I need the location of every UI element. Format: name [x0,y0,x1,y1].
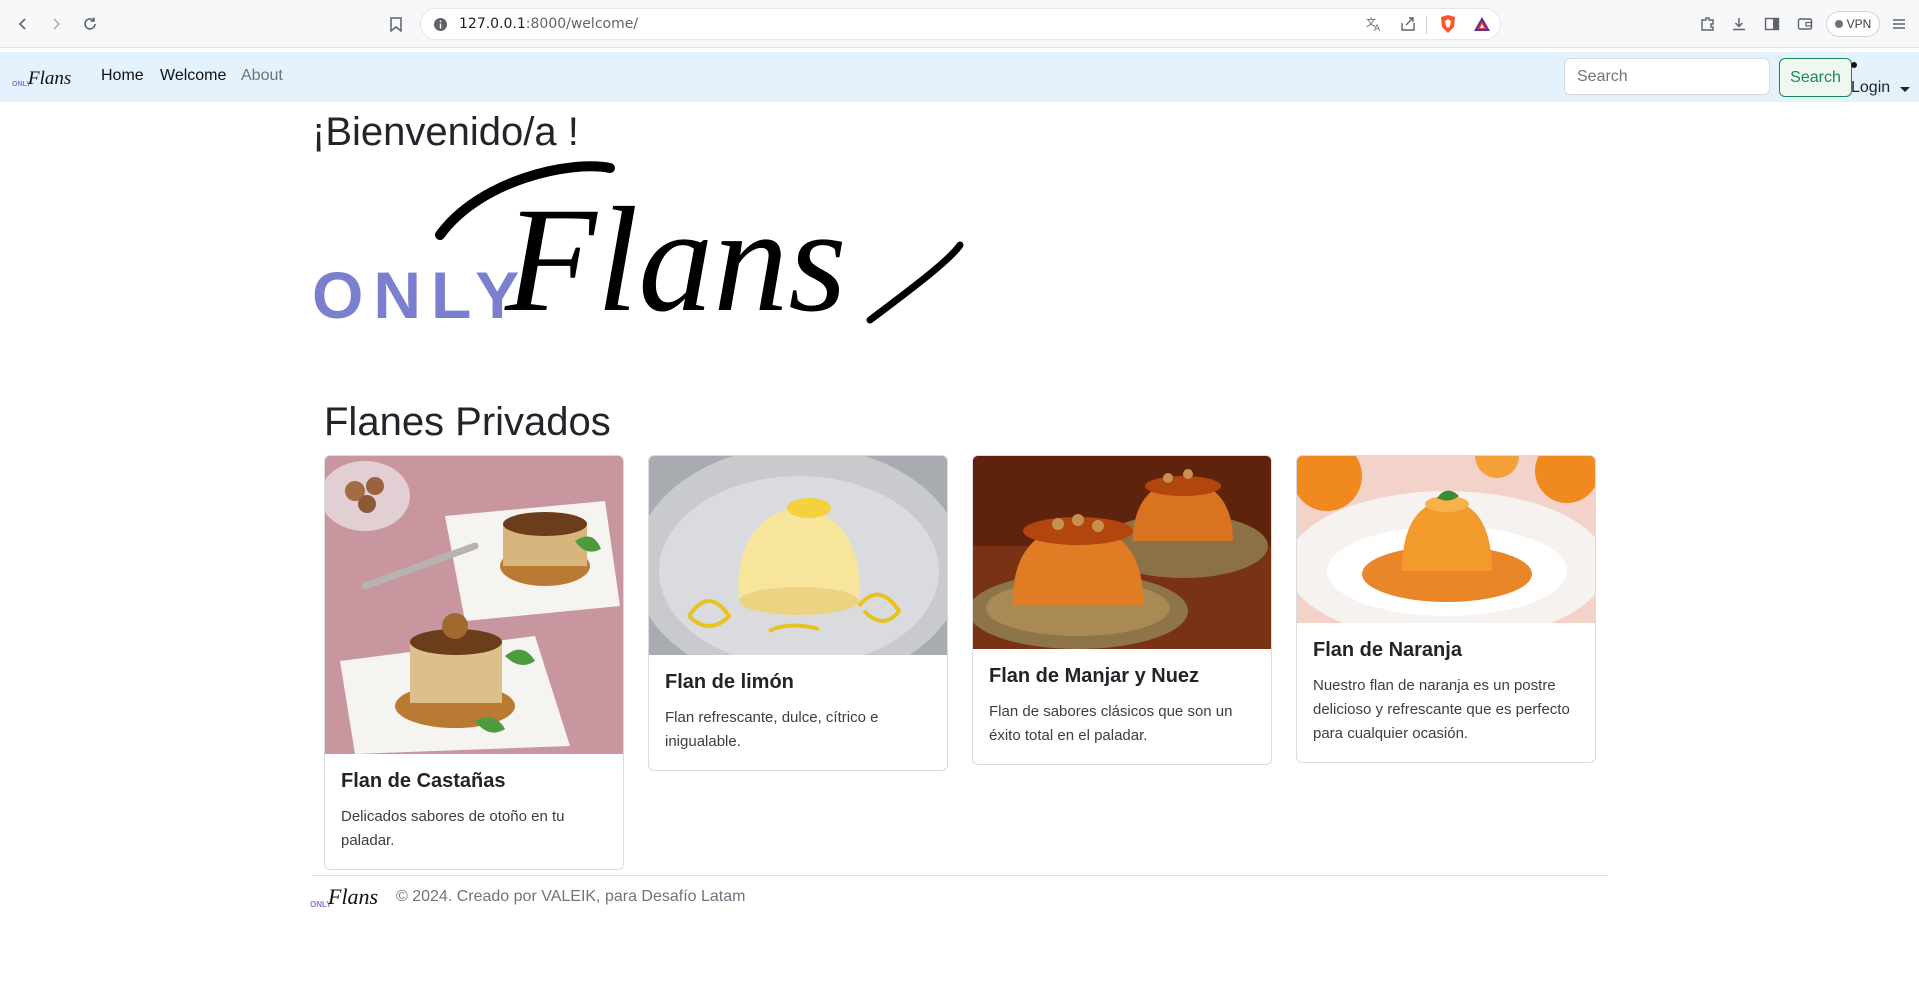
product-card[interactable]: Flan de Castañas Delicados sabores de ot… [324,455,624,870]
vpn-label: VPN [1846,17,1872,31]
brand-logo[interactable]: ONLY Flans [12,64,78,90]
nav-home-link[interactable]: Home [101,67,144,85]
hero-logo: ONLY Flans [310,160,970,350]
card-text: Flan refrescante, dulce, cítrico e inigu… [665,709,879,750]
logo-only-text: ONLY [312,258,529,332]
back-icon[interactable] [12,13,34,35]
product-card[interactable]: Flan de Manjar y Nuez Flan de sabores cl… [972,455,1272,765]
vpn-status-icon [1834,20,1843,28]
card-title: Flan de Naranja [1313,639,1462,661]
menu-icon[interactable] [1888,13,1910,35]
translate-icon[interactable]: 文A [1365,15,1383,38]
manjar-walnut-flan-photo [973,456,1271,649]
site-info-icon[interactable] [433,17,448,37]
svg-text:Flans: Flans [27,68,71,89]
divider [1426,16,1427,34]
bookmark-icon[interactable] [385,13,407,35]
sidebar-icon[interactable] [1761,13,1783,35]
section-title: Flanes Privados [324,400,611,444]
address-bar[interactable]: 127.0.0.1:8000/welcome/ 文A [420,8,1501,40]
logo-flans-text: Flans [504,177,847,343]
browser-toolbar: 127.0.0.1:8000/welcome/ 文A VPN [0,0,1919,48]
svg-text:A: A [1374,24,1381,33]
brave-rewards-icon[interactable] [1473,15,1491,38]
card-title: Flan de limón [665,671,794,693]
card-text: Flan de sabores clásicos que son un éxit… [989,703,1233,744]
nav-welcome-link[interactable]: Welcome [160,67,226,85]
url-text: 127.0.0.1:8000/welcome/ [459,16,639,32]
nav-about-link[interactable]: About [241,67,283,85]
footer-divider [312,875,1608,876]
product-card[interactable]: Flan de limón Flan refrescante, dulce, c… [648,455,948,771]
reload-icon[interactable] [79,13,101,35]
vpn-button[interactable]: VPN [1826,11,1880,37]
lemon-flan-photo [649,456,947,655]
footer-logo: ONLY Flans [310,883,388,911]
svg-text:Flans: Flans [327,884,378,909]
card-title: Flan de Castañas [341,770,506,792]
chestnut-flan-photo [325,456,623,754]
login-dropdown[interactable]: Login [1851,79,1890,97]
brave-shield-icon[interactable] [1439,14,1457,39]
wallet-icon[interactable] [1794,13,1816,35]
forward-icon[interactable] [45,13,67,35]
product-card[interactable]: Flan de Naranja Nuestro flan de naranja … [1296,455,1596,763]
main-navbar: ONLY Flans Home Welcome About Search Log… [0,52,1919,102]
login-bullet [1851,62,1857,68]
orange-flan-photo [1297,456,1595,623]
download-icon[interactable] [1728,13,1750,35]
welcome-heading: ¡Bienvenido/a ! [312,110,579,154]
chevron-down-icon[interactable] [1900,87,1910,92]
search-input[interactable] [1564,58,1770,95]
footer-copyright: © 2024. Creado por VALEIK, para Desafío … [396,888,746,905]
share-icon[interactable] [1399,15,1417,38]
search-button[interactable]: Search [1779,58,1852,97]
extensions-icon[interactable] [1697,13,1719,35]
card-text: Nuestro flan de naranja es un postre del… [1313,677,1570,742]
card-text: Delicados sabores de otoño en tu paladar… [341,808,565,849]
card-title: Flan de Manjar y Nuez [989,665,1200,687]
